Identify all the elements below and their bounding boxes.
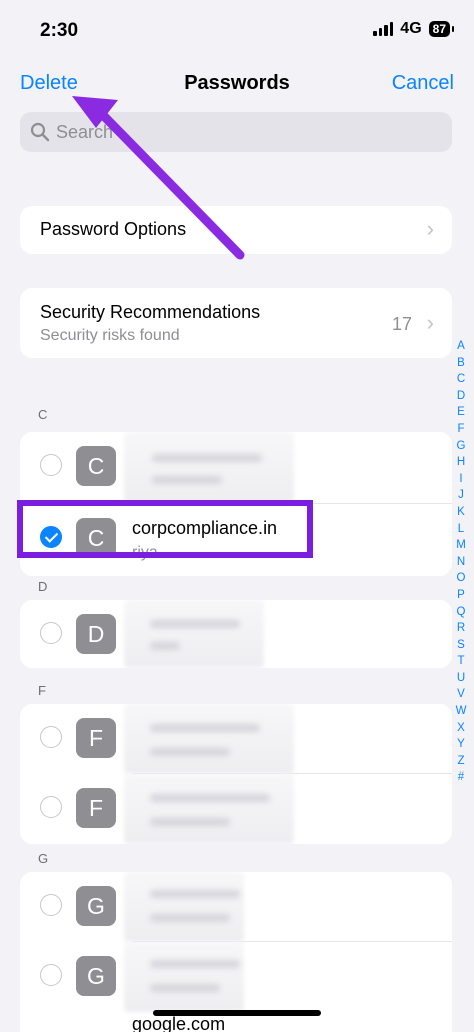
home-indicator — [153, 1010, 321, 1016]
index-letter[interactable]: T — [457, 653, 464, 670]
redacted-user — [150, 748, 230, 756]
selection-radio[interactable] — [40, 622, 62, 644]
redacted-entry — [124, 872, 244, 942]
section-f-list: F F — [20, 704, 452, 844]
index-letter[interactable]: C — [457, 371, 465, 388]
index-letter[interactable]: G — [457, 438, 466, 455]
index-letter[interactable]: R — [457, 620, 465, 637]
index-letter[interactable]: Q — [457, 604, 466, 621]
index-letter[interactable]: M — [456, 537, 466, 554]
index-letter[interactable]: O — [457, 570, 466, 587]
index-letter[interactable]: X — [457, 720, 465, 737]
list-item[interactable]: F — [20, 774, 452, 844]
index-letter[interactable]: Z — [457, 753, 464, 770]
selection-radio[interactable] — [40, 454, 62, 476]
chevron-right-icon: › — [426, 310, 434, 335]
security-subtitle: Security risks found — [40, 327, 180, 344]
index-letter[interactable]: D — [457, 388, 465, 405]
index-letter[interactable]: V — [457, 686, 465, 703]
list-item[interactable]: G — [20, 942, 452, 1012]
index-letter[interactable]: L — [458, 521, 464, 538]
list-item[interactable]: G — [20, 872, 452, 942]
redacted-site — [150, 620, 240, 628]
redacted-site — [152, 454, 262, 462]
redacted-site — [150, 794, 270, 802]
redacted-user — [150, 642, 180, 650]
redacted-entry — [124, 704, 294, 774]
redacted-user — [152, 476, 222, 484]
section-header-f: F — [38, 683, 46, 698]
site-avatar: F — [76, 718, 116, 758]
index-letter[interactable]: J — [458, 487, 464, 504]
redacted-user — [150, 984, 220, 992]
section-g-list: G G google.com — [20, 872, 452, 1032]
redacted-entry — [124, 942, 244, 1012]
index-letter[interactable]: B — [457, 355, 465, 372]
section-header-g: G — [38, 851, 49, 866]
index-letter[interactable]: W — [456, 703, 467, 720]
site-avatar: C — [76, 446, 116, 486]
site-avatar: G — [76, 956, 116, 996]
list-item[interactable]: C — [20, 432, 452, 504]
selection-radio[interactable] — [40, 796, 62, 818]
list-item[interactable]: F — [20, 704, 452, 774]
redacted-entry — [124, 432, 294, 504]
site-avatar: D — [76, 614, 116, 654]
security-title: Security Recommendations — [40, 302, 261, 322]
selection-radio[interactable] — [40, 726, 62, 748]
selection-radio[interactable] — [40, 894, 62, 916]
redacted-user — [150, 914, 230, 922]
selection-radio[interactable] — [40, 964, 62, 986]
index-letter[interactable]: F — [457, 421, 464, 438]
index-letter[interactable]: U — [457, 670, 465, 687]
security-count: 17 — [391, 314, 412, 334]
index-letter[interactable]: S — [457, 637, 465, 654]
index-letter[interactable]: P — [457, 587, 465, 604]
annotation-highlight-box — [17, 500, 313, 558]
annotation-arrow-icon — [72, 96, 245, 260]
index-letter[interactable]: H — [457, 454, 465, 471]
redacted-user — [150, 818, 230, 826]
index-letter[interactable]: E — [457, 404, 465, 421]
index-letter[interactable]: K — [457, 504, 465, 521]
alphabet-index[interactable]: A B C D E F G H I J K L M N O P Q R S T … — [454, 338, 468, 786]
index-letter[interactable]: I — [459, 471, 462, 488]
redacted-site — [150, 960, 240, 968]
index-letter[interactable]: # — [458, 769, 464, 786]
section-header-d: D — [38, 579, 48, 594]
redacted-site — [150, 724, 260, 732]
list-item[interactable]: D — [20, 600, 452, 668]
index-letter[interactable]: Y — [457, 736, 465, 753]
index-letter[interactable]: N — [457, 554, 465, 571]
redacted-site — [150, 890, 240, 898]
site-avatar: F — [76, 788, 116, 828]
index-letter[interactable]: A — [457, 338, 465, 355]
redacted-entry — [124, 774, 294, 844]
site-avatar: G — [76, 886, 116, 926]
redacted-entry — [124, 600, 264, 668]
site-name: google.com — [132, 1014, 226, 1032]
section-header-c: C — [38, 407, 48, 422]
section-d-list: D — [20, 600, 452, 668]
